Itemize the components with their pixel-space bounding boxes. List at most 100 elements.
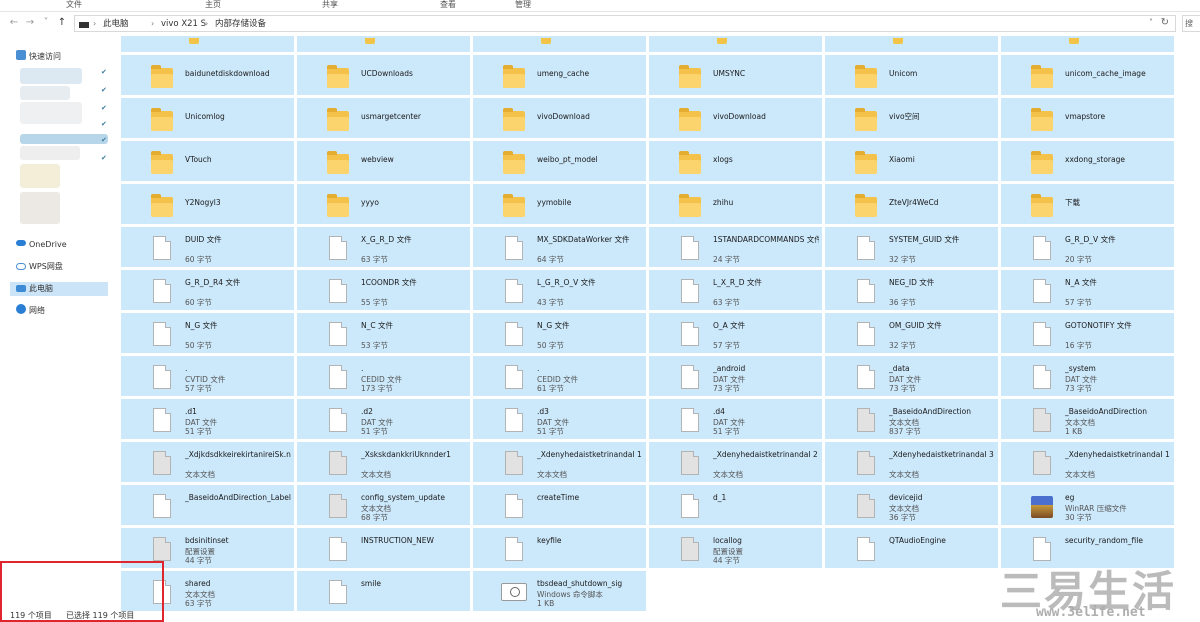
path-box[interactable]: › 此电脑 › vivo X21 S › 内部存储设备 ˅ ↻ bbox=[74, 15, 1176, 32]
sidebar-item-wps[interactable]: WPS网盘 bbox=[16, 260, 63, 274]
recent-locations-icon[interactable]: ˅ bbox=[40, 16, 52, 30]
file-item[interactable]: config_system_update 文本文档 68 字节 bbox=[297, 485, 470, 525]
file-item[interactable]: 1COONDR 文件 55 字节 bbox=[297, 270, 470, 310]
file-item[interactable]: devicejid 文本文档 36 字节 bbox=[825, 485, 998, 525]
folder-item[interactable]: Unicomlog bbox=[121, 98, 294, 138]
folder-item[interactable]: vivo空间 bbox=[825, 98, 998, 138]
file-item[interactable]: _XdjkdsdkkeirekirtanireiSk.ndala 文本文档 bbox=[121, 442, 294, 482]
folder-item[interactable]: baidunetdiskdownload bbox=[121, 55, 294, 95]
file-item[interactable]: N_G 文件 50 字节 bbox=[473, 313, 646, 353]
file-item[interactable]: . CEDID 文件 61 字节 bbox=[473, 356, 646, 396]
file-name: zhihu bbox=[713, 198, 734, 207]
folder-item[interactable]: umeng_cache bbox=[473, 55, 646, 95]
file-item[interactable]: N_G 文件 50 字节 bbox=[121, 313, 294, 353]
folder-item[interactable]: Unicom bbox=[825, 55, 998, 95]
folder-item[interactable]: Xiaomi bbox=[825, 141, 998, 181]
up-arrow-icon[interactable]: ↑ bbox=[56, 16, 68, 30]
tab-share[interactable]: 共享 bbox=[322, 0, 338, 12]
folder-item[interactable]: vivoDownload bbox=[649, 98, 822, 138]
folder-item[interactable]: usmargetcenter bbox=[297, 98, 470, 138]
sidebar-item-network[interactable]: 网络 bbox=[16, 304, 45, 318]
file-item[interactable]: INSTRUCTION_NEW bbox=[297, 528, 470, 568]
file-item[interactable]: MX_SDKDataWorker 文件 64 字节 bbox=[473, 227, 646, 267]
back-arrow-icon[interactable]: ← bbox=[8, 16, 20, 30]
refresh-icon[interactable]: ↻ bbox=[1161, 17, 1169, 28]
path-dropdown-icon[interactable]: ˅ bbox=[1149, 18, 1153, 27]
file-item[interactable]: .d3 DAT 文件 51 字节 bbox=[473, 399, 646, 439]
file-item[interactable]: O_A 文件 57 字节 bbox=[649, 313, 822, 353]
tab-file[interactable]: 文件 bbox=[66, 0, 82, 12]
file-item[interactable]: . CEDID 文件 173 字节 bbox=[297, 356, 470, 396]
list-item[interactable] bbox=[121, 36, 294, 52]
folder-item[interactable]: xlogs bbox=[649, 141, 822, 181]
file-item[interactable]: _BaseidoAndDirection 文本文档 837 字节 bbox=[825, 399, 998, 439]
file-item[interactable]: G_R_D_R4 文件 60 字节 bbox=[121, 270, 294, 310]
file-item[interactable]: security_random_file bbox=[1001, 528, 1174, 568]
list-item[interactable] bbox=[825, 36, 998, 52]
file-item[interactable]: _android DAT 文件 73 字节 bbox=[649, 356, 822, 396]
folder-item[interactable]: UMSYNC bbox=[649, 55, 822, 95]
file-item[interactable]: G_R_D_V 文件 20 字节 bbox=[1001, 227, 1174, 267]
file-item[interactable]: .d1 DAT 文件 51 字节 bbox=[121, 399, 294, 439]
breadcrumb-this-pc[interactable]: 此电脑 bbox=[103, 18, 129, 30]
sidebar-item-quick-access[interactable]: 快速访问 bbox=[16, 50, 61, 64]
file-item[interactable]: DUID 文件 60 字节 bbox=[121, 227, 294, 267]
folder-item[interactable]: webview bbox=[297, 141, 470, 181]
tab-home[interactable]: 主页 bbox=[205, 0, 221, 12]
file-item[interactable]: 1STANDARDCOMMANDS 文件 24 字节 bbox=[649, 227, 822, 267]
sidebar-item-this-pc[interactable]: 此电脑 bbox=[10, 282, 108, 296]
file-item[interactable]: keyfile bbox=[473, 528, 646, 568]
folder-item[interactable]: yyyo bbox=[297, 184, 470, 224]
file-item[interactable]: QTAudioEngine bbox=[825, 528, 998, 568]
file-item[interactable]: . CVTID 文件 57 字节 bbox=[121, 356, 294, 396]
folder-item[interactable]: Y2Nogyl3 bbox=[121, 184, 294, 224]
folder-item[interactable]: 下载 bbox=[1001, 184, 1174, 224]
file-item[interactable]: _XdenyhedaistketrinandaI 1 文本文档 bbox=[473, 442, 646, 482]
file-item[interactable]: GOTONOTIFY 文件 16 字节 bbox=[1001, 313, 1174, 353]
file-item[interactable]: X_G_R_D 文件 63 字节 bbox=[297, 227, 470, 267]
file-item[interactable]: _system DAT 文件 73 字节 bbox=[1001, 356, 1174, 396]
file-item[interactable]: _BaseidoAndDirection_Label bbox=[121, 485, 294, 525]
list-item[interactable] bbox=[297, 36, 470, 52]
folder-item[interactable]: weibo_pt_model bbox=[473, 141, 646, 181]
file-item[interactable]: .d4 DAT 文件 51 字节 bbox=[649, 399, 822, 439]
file-item[interactable]: _XdenyhedaistketrinandaI 2 文本文档 bbox=[649, 442, 822, 482]
folder-item[interactable]: UCDownloads bbox=[297, 55, 470, 95]
file-item[interactable]: locallog 配置设置 44 字节 bbox=[649, 528, 822, 568]
file-item[interactable]: d_1 bbox=[649, 485, 822, 525]
list-item[interactable] bbox=[1001, 36, 1174, 52]
file-item[interactable]: _data DAT 文件 73 字节 bbox=[825, 356, 998, 396]
folder-item[interactable]: unicom_cache_image bbox=[1001, 55, 1174, 95]
folder-item[interactable]: ZteVJr4WeCd bbox=[825, 184, 998, 224]
file-item[interactable]: N_C 文件 53 字节 bbox=[297, 313, 470, 353]
folder-item[interactable]: yymobile bbox=[473, 184, 646, 224]
file-item[interactable]: _XdenyhedaistketrinandaI 3 文本文档 bbox=[825, 442, 998, 482]
file-item[interactable]: _XdenyhedaistketrinandaI 1 文本文档 bbox=[1001, 442, 1174, 482]
forward-arrow-icon[interactable]: → bbox=[24, 16, 36, 30]
breadcrumb-device[interactable]: vivo X21 S bbox=[161, 18, 206, 30]
folder-item[interactable]: zhihu bbox=[649, 184, 822, 224]
search-input[interactable]: 搜 bbox=[1182, 15, 1200, 32]
file-item[interactable]: OM_GUID 文件 32 字节 bbox=[825, 313, 998, 353]
folder-item[interactable]: vivoDownload bbox=[473, 98, 646, 138]
file-item[interactable]: NEG_ID 文件 36 字节 bbox=[825, 270, 998, 310]
file-item[interactable]: eg WinRAR 压缩文件 30 字节 bbox=[1001, 485, 1174, 525]
file-item[interactable]: SYSTEM_GUID 文件 32 字节 bbox=[825, 227, 998, 267]
folder-item[interactable]: vmapstore bbox=[1001, 98, 1174, 138]
file-item[interactable]: N_A 文件 57 字节 bbox=[1001, 270, 1174, 310]
tab-manage[interactable]: 管理 bbox=[515, 0, 531, 12]
list-item[interactable] bbox=[649, 36, 822, 52]
breadcrumb-internal-storage[interactable]: 内部存储设备 bbox=[215, 18, 266, 30]
folder-item[interactable]: xxdong_storage bbox=[1001, 141, 1174, 181]
file-item[interactable]: createTime bbox=[473, 485, 646, 525]
folder-item[interactable]: VTouch bbox=[121, 141, 294, 181]
file-item[interactable]: L_X_R_D 文件 63 字节 bbox=[649, 270, 822, 310]
tab-view[interactable]: 查看 bbox=[440, 0, 456, 12]
file-item[interactable]: _XskskdankkriUknnder1 文本文档 bbox=[297, 442, 470, 482]
sidebar-item-onedrive[interactable]: OneDrive bbox=[16, 238, 67, 252]
list-item[interactable] bbox=[473, 36, 646, 52]
file-name: security_random_file bbox=[1065, 536, 1143, 545]
file-item[interactable]: _BaseidoAndDirection 文本文档 1 KB bbox=[1001, 399, 1174, 439]
file-item[interactable]: .d2 DAT 文件 51 字节 bbox=[297, 399, 470, 439]
file-item[interactable]: L_G_R_O_V 文件 43 字节 bbox=[473, 270, 646, 310]
